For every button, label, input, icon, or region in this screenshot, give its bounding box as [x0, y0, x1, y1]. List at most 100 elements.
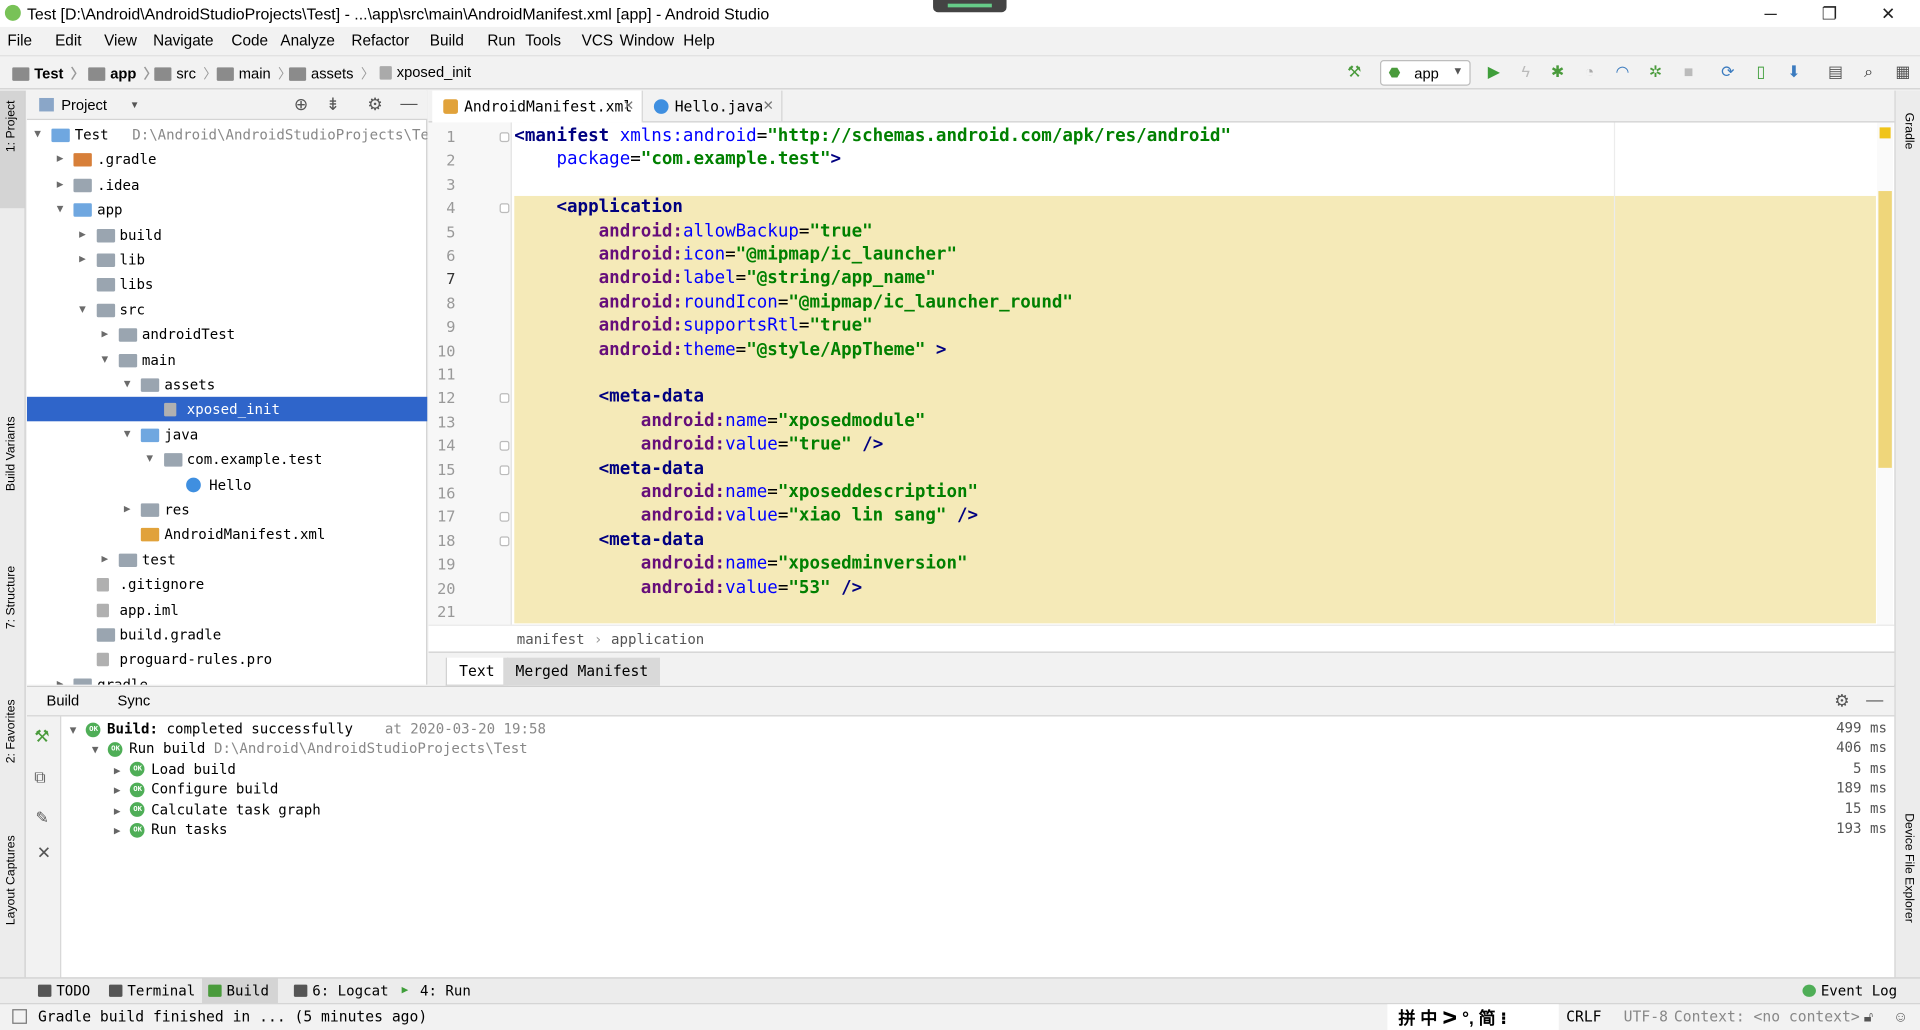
build-row[interactable]: ▶ OK Run tasks — [114, 819, 228, 839]
breadcrumb-application[interactable]: application — [611, 631, 704, 648]
collapse-arrow-icon[interactable]: ▶ — [79, 247, 86, 271]
tree-item[interactable]: proguard-rules.pro — [27, 647, 427, 671]
collapse-arrow-icon[interactable]: ▶ — [57, 147, 64, 171]
expand-arrow-icon[interactable]: ▼ — [70, 725, 77, 737]
collapse-arrow-icon[interactable]: ▶ — [57, 172, 64, 196]
search-icon[interactable]: ⌕ — [1859, 62, 1879, 82]
close-icon[interactable]: ✕ — [37, 843, 51, 864]
close-tab-icon[interactable]: ✕ — [623, 91, 634, 123]
tree-item[interactable]: ▶ .idea — [27, 172, 427, 196]
tree-item[interactable]: ▶ lib — [27, 247, 427, 271]
minimize-icon[interactable]: ─ — [1746, 2, 1795, 24]
run-configuration-select[interactable]: ⬣ app ▼ — [1380, 60, 1471, 86]
breadcrumb-xposed-init[interactable]: xposed_init — [379, 64, 471, 81]
tab-build[interactable]: Build — [202, 978, 278, 1004]
chevron-down-icon[interactable]: ▼ — [130, 99, 140, 110]
scroll-thumb[interactable] — [1878, 191, 1892, 468]
tool-window-toggle-icon[interactable] — [12, 1009, 27, 1024]
tree-item[interactable]: ▶ test — [27, 547, 427, 571]
tree-item[interactable]: app.iml — [27, 597, 427, 621]
breadcrumb-main[interactable]: main 〉 — [216, 64, 291, 84]
menu-window[interactable]: Window — [620, 32, 674, 49]
tab-terminal[interactable]: Terminal — [103, 979, 195, 1003]
tree-item[interactable]: ▼ app — [27, 197, 427, 221]
expand-arrow-icon[interactable]: ▼ — [34, 122, 41, 146]
tab-build-output[interactable]: Build — [47, 692, 80, 709]
profile-icon[interactable]: ◠ — [1613, 62, 1633, 82]
collapse-arrow-icon[interactable]: ▶ — [57, 672, 64, 684]
collapse-all-icon[interactable]: ⇟ — [326, 94, 340, 115]
tab-todo[interactable]: TODO — [32, 979, 90, 1003]
structure-label[interactable]: 7: Structure — [5, 566, 18, 629]
expand-arrow-icon[interactable]: ▼ — [124, 372, 131, 396]
menu-tools[interactable]: Tools — [525, 32, 561, 49]
avd-manager-icon[interactable]: ▯ — [1751, 62, 1771, 82]
gear-icon[interactable]: ⚙ — [1834, 691, 1849, 712]
project-view-select[interactable]: Project — [61, 97, 107, 114]
tree-item[interactable]: ▶ res — [27, 497, 427, 521]
editor-scrollbar[interactable] — [1877, 122, 1894, 625]
tree-item[interactable]: build.gradle — [27, 622, 427, 646]
collapse-arrow-icon[interactable]: ▶ — [114, 825, 121, 837]
tree-item[interactable]: Hello — [27, 472, 427, 496]
hammer-icon[interactable]: ⚒ — [34, 726, 49, 747]
locate-icon[interactable]: ⊕ — [294, 94, 308, 115]
ide-settings-icon[interactable]: ▦ — [1893, 62, 1913, 82]
menu-vcs[interactable]: VCS — [582, 32, 613, 49]
sync-gradle-icon[interactable]: ⟳ — [1718, 62, 1738, 82]
breadcrumb-src[interactable]: src 〉 — [154, 64, 217, 84]
apply-changes-icon[interactable]: ϟ — [1516, 62, 1536, 82]
pin-icon[interactable]: ✎ — [36, 808, 49, 828]
collapse-arrow-icon[interactable]: ▶ — [101, 322, 108, 346]
expand-arrow-icon[interactable]: ▼ — [57, 197, 64, 221]
menu-code[interactable]: Code — [231, 32, 268, 49]
collapse-arrow-icon[interactable]: ▶ — [101, 547, 108, 571]
tab-sync-output[interactable]: Sync — [118, 692, 151, 709]
menu-navigate[interactable]: Navigate — [153, 32, 213, 49]
tree-item[interactable]: ▶ build — [27, 222, 427, 246]
tree-item[interactable]: .gitignore — [27, 572, 427, 596]
collapse-arrow-icon[interactable]: ▶ — [114, 785, 121, 797]
breadcrumb-manifest[interactable]: manifest — [517, 631, 585, 648]
tab-merged-manifest[interactable]: Merged Manifest — [503, 657, 661, 686]
coverage-icon[interactable]: ◔ — [1580, 62, 1600, 82]
build-row[interactable]: ▼ OK Run build D:\Android\AndroidStudioProj… — [92, 739, 528, 759]
tab-androidmanifest[interactable]: AndroidManifest.xml ✕ — [432, 90, 643, 123]
expand-arrow-icon[interactable]: ▼ — [79, 297, 86, 321]
breadcrumb-app[interactable]: app 〉 — [88, 64, 157, 84]
tree-item[interactable]: AndroidManifest.xml — [27, 522, 427, 546]
code-area[interactable]: <manifest xmlns:android="http://schemas.… — [429, 122, 1895, 624]
project-tool-label[interactable]: 1: Project — [5, 100, 18, 152]
collapse-arrow-icon[interactable]: ▶ — [124, 497, 131, 521]
tree-item[interactable]: ▶ androidTest — [27, 322, 427, 346]
close-tab-icon[interactable]: ✕ — [763, 91, 774, 123]
tab-event-log[interactable]: Event Log — [1796, 979, 1897, 1003]
tab-hello-java[interactable]: Hello.java ✕ — [643, 90, 783, 123]
gear-icon[interactable]: ⚙ — [367, 94, 382, 115]
layout-captures-label[interactable]: Layout Captures — [5, 835, 18, 925]
menu-analyze[interactable]: Analyze — [280, 32, 334, 49]
sdk-manager-icon[interactable]: ⬇ — [1784, 62, 1804, 82]
menu-view[interactable]: View — [104, 32, 137, 49]
project-structure-icon[interactable]: ▤ — [1826, 62, 1846, 82]
build-row[interactable]: ▶ OK Configure build — [114, 779, 278, 799]
line-separator[interactable]: CRLF — [1566, 1008, 1601, 1025]
collapse-arrow-icon[interactable]: ▶ — [79, 222, 86, 246]
tree-item[interactable]: ▶ .gradle — [27, 147, 427, 171]
menu-file[interactable]: File — [7, 32, 32, 49]
tab-run[interactable]: ▶ 4: Run — [396, 979, 471, 1003]
breadcrumb-test[interactable]: Test 〉 — [12, 64, 84, 84]
maximize-icon[interactable]: ❐ — [1805, 2, 1854, 24]
menu-edit[interactable]: Edit — [55, 32, 81, 49]
debug-icon[interactable]: ✱ — [1548, 62, 1568, 82]
tree-item[interactable]: ▼ assets — [27, 372, 427, 396]
build-row[interactable]: ▶ OK Calculate task graph — [114, 799, 321, 819]
tree-item[interactable]: libs — [27, 272, 427, 296]
hide-panel-icon[interactable]: — — [1866, 690, 1883, 710]
toggle-view-icon[interactable]: ⧉ — [34, 768, 45, 788]
hide-panel-icon[interactable]: — — [400, 93, 417, 113]
stop-icon[interactable]: ■ — [1679, 62, 1699, 82]
lock-icon[interactable]: 🔓︎ — [1864, 1008, 1874, 1026]
menu-build[interactable]: Build — [430, 32, 464, 49]
tree-item[interactable]: ▼ Test D:\Android\AndroidStudioProjects\Te… — [27, 122, 427, 146]
